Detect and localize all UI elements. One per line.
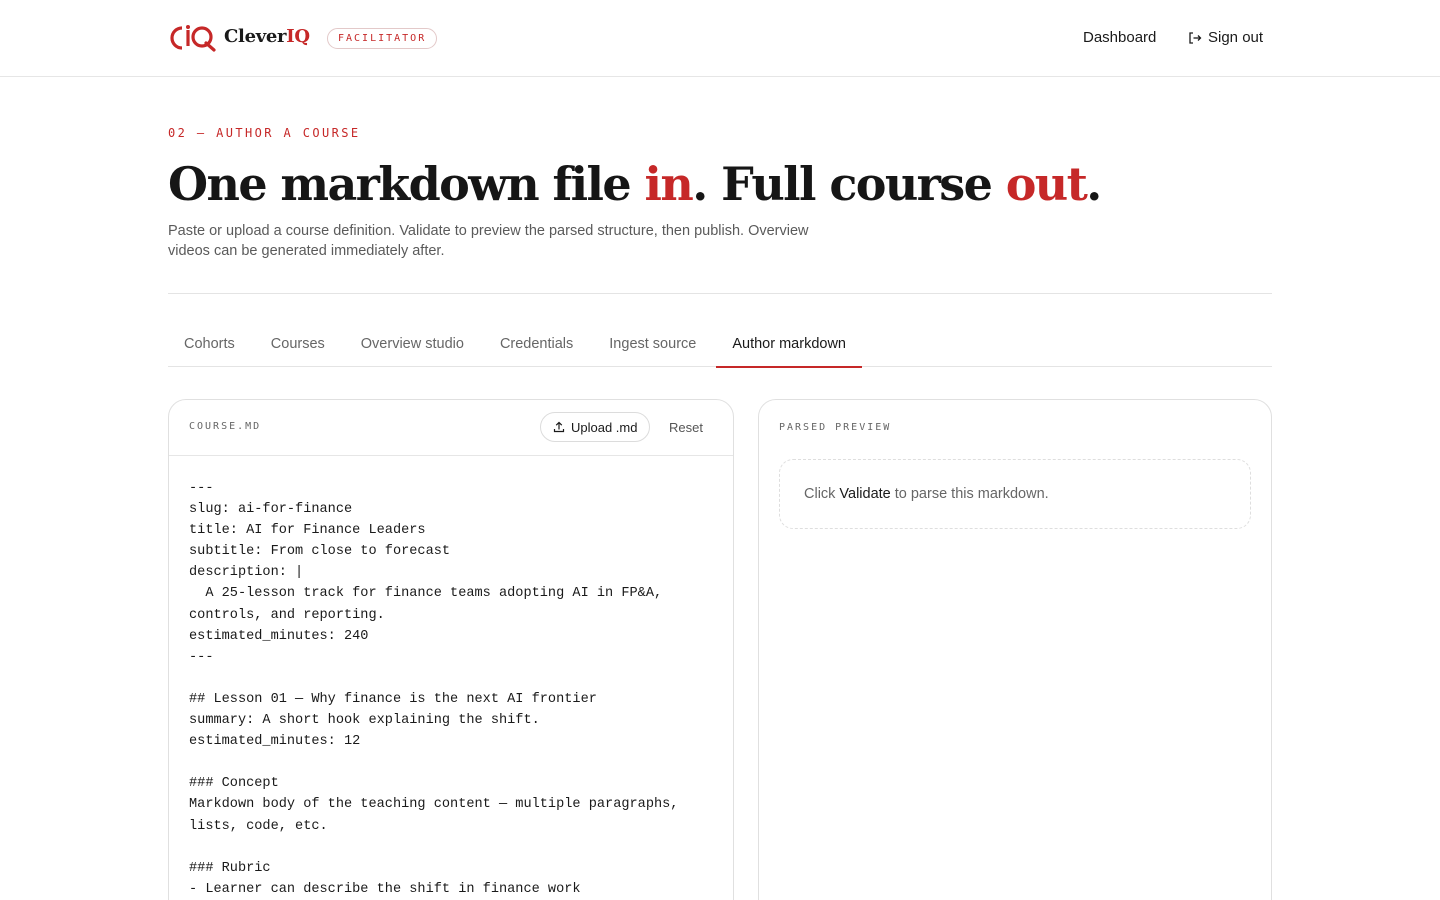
role-badge: FACILITATOR xyxy=(327,28,438,49)
empty-prefix: Click xyxy=(804,486,836,502)
markdown-textarea[interactable]: --- slug: ai-for-finance title: AI for F… xyxy=(189,478,719,900)
sign-out-label: Sign out xyxy=(1208,29,1264,46)
tab-courses[interactable]: Courses xyxy=(255,326,341,367)
upload-md-label: Upload .md xyxy=(571,419,638,435)
tab-overview-studio[interactable]: Overview studio xyxy=(345,326,480,367)
upload-md-button[interactable]: Upload .md xyxy=(540,412,651,442)
parsed-preview-card: PARSED PREVIEW Click Validate to parse t… xyxy=(758,399,1272,900)
editor-file-label: COURSE.MD xyxy=(189,421,262,432)
upload-icon xyxy=(553,421,565,433)
page-subtitle: Paste or upload a course definition. Val… xyxy=(168,223,809,259)
editor-header: COURSE.MD Upload .md Reset xyxy=(169,400,733,456)
preview-label: PARSED PREVIEW xyxy=(779,422,892,433)
section-eyebrow: 02 — AUTHOR A COURSE xyxy=(168,126,361,140)
reset-button[interactable]: Reset xyxy=(669,420,703,435)
sign-out-button[interactable]: Sign out xyxy=(1188,29,1263,46)
sign-out-icon xyxy=(1189,31,1202,44)
preview-empty-state: Click Validate to parse this markdown. xyxy=(779,459,1251,529)
tab-cohorts[interactable]: Cohorts xyxy=(168,326,251,367)
brand-name[interactable]: CleverIQ xyxy=(224,26,310,47)
tab-credentials[interactable]: Credentials xyxy=(484,326,589,367)
page-title: One markdown file in. Full course out. xyxy=(168,157,1102,211)
tab-author-markdown[interactable]: Author markdown xyxy=(716,326,862,368)
tab-ingest-source[interactable]: Ingest source xyxy=(593,326,712,367)
empty-suffix: to parse this markdown. xyxy=(894,486,1049,502)
cleveriq-logo-icon[interactable] xyxy=(168,24,216,52)
section-tabs: Cohorts Courses Overview studio Credenti… xyxy=(168,326,1272,368)
top-bar: CleverIQ FACILITATOR Dashboard Sign out xyxy=(0,0,1440,77)
divider xyxy=(168,293,1272,294)
validate-link[interactable]: Validate xyxy=(839,486,890,502)
dashboard-link[interactable]: Dashboard xyxy=(1083,29,1156,46)
markdown-editor-card: COURSE.MD Upload .md Reset --- slug: ai-… xyxy=(168,399,734,900)
